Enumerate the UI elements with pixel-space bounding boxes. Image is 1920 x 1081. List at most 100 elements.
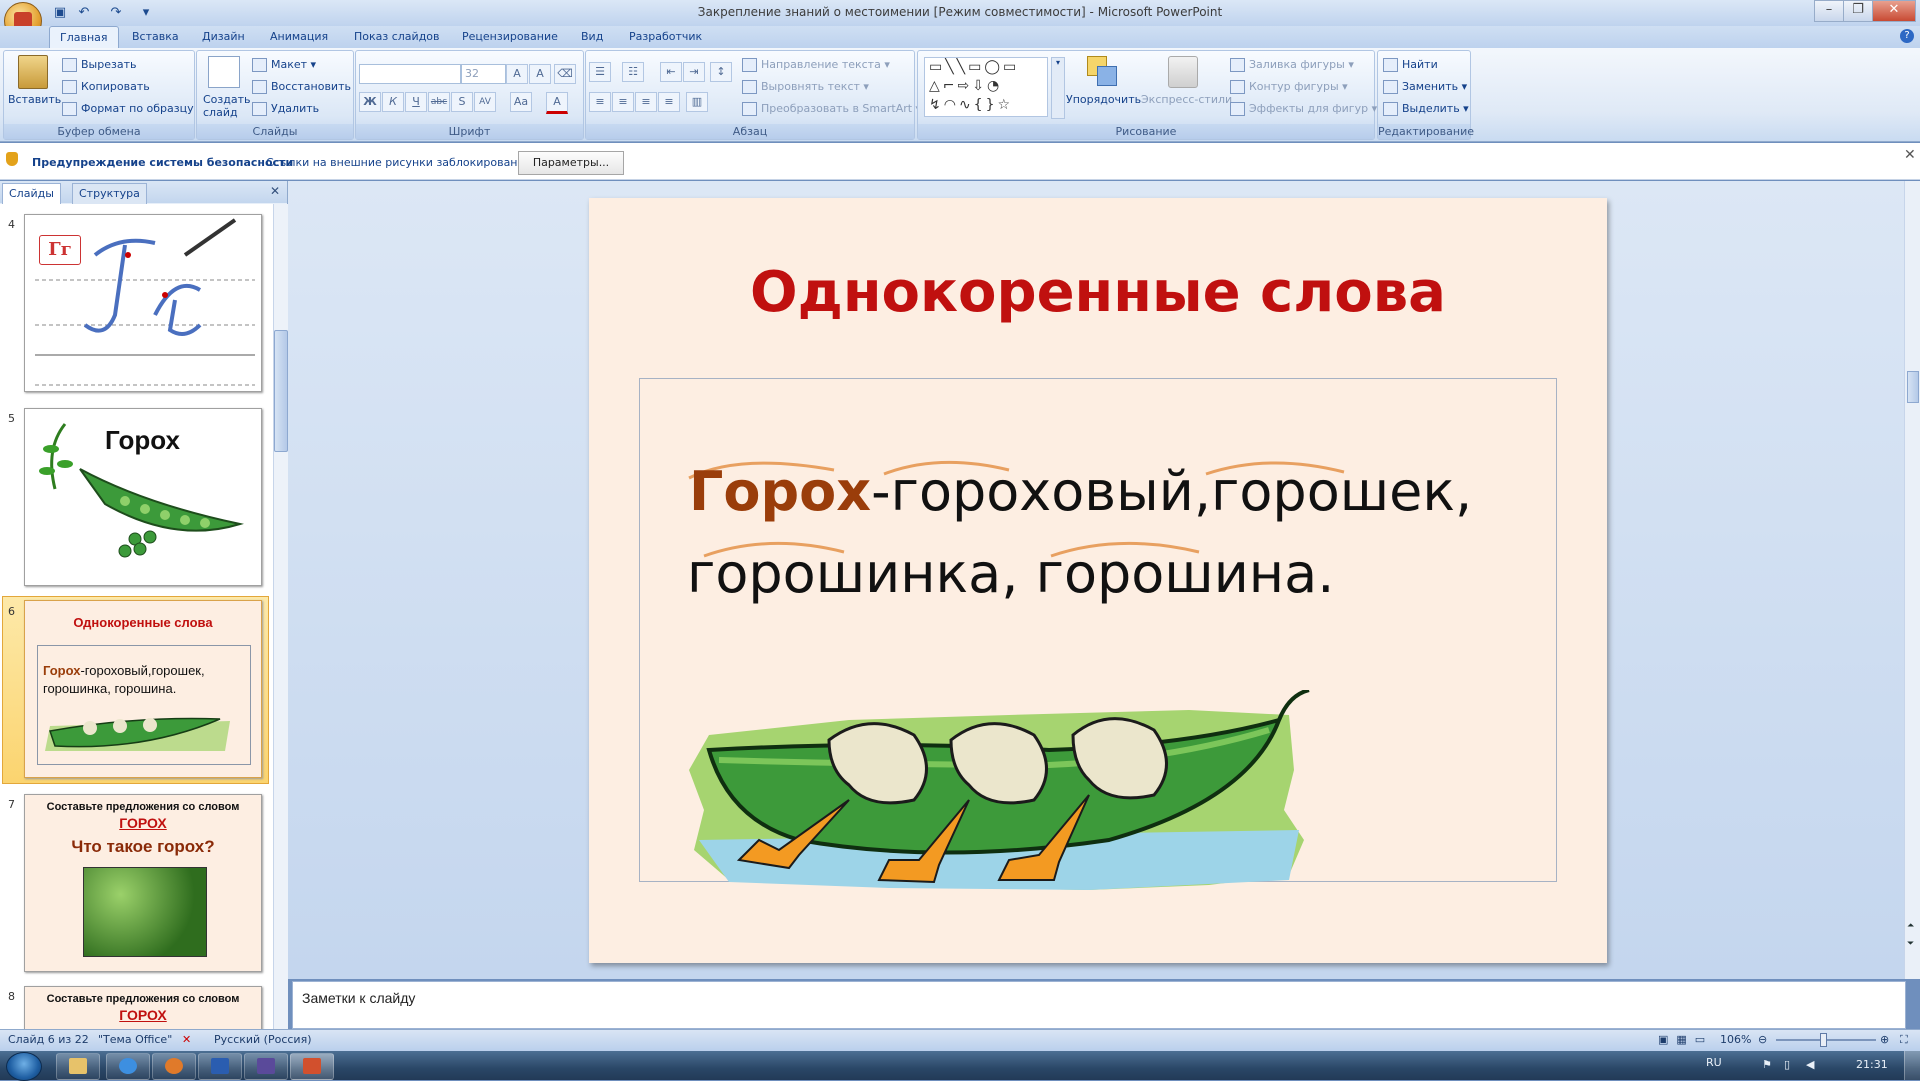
next-slide-icon[interactable]: ⏷: [1907, 939, 1914, 949]
notes-pane[interactable]: [292, 981, 1906, 1029]
help-icon[interactable]: ?: [1900, 29, 1914, 43]
tab-view[interactable]: Вид: [579, 26, 605, 48]
arrange-icon[interactable]: [1087, 56, 1117, 86]
slide-line-1[interactable]: Горох-гороховый,горошек,: [689, 460, 1472, 523]
tab-slideshow[interactable]: Показ слайдов: [352, 26, 442, 48]
font-name-select[interactable]: [359, 64, 461, 84]
tab-developer[interactable]: Разработчик: [627, 26, 704, 48]
numbering-icon[interactable]: ☷: [622, 62, 644, 82]
copy-button[interactable]: Копировать: [62, 80, 150, 94]
delete-slide-button[interactable]: Удалить: [252, 102, 319, 116]
tray-flag-icon[interactable]: ⚑: [1762, 1058, 1772, 1071]
slide-area-scroll-thumb[interactable]: [1907, 371, 1919, 403]
tray-volume-icon[interactable]: ◀: [1806, 1058, 1814, 1071]
slide-thumbnail-4[interactable]: Гг: [24, 214, 262, 392]
align-left-icon[interactable]: ≡: [589, 92, 611, 112]
cut-button[interactable]: Вырезать: [62, 58, 136, 72]
pea-pod-cartoon[interactable]: [689, 690, 1329, 890]
word-taskbar-icon[interactable]: [198, 1053, 242, 1080]
fit-to-window-icon[interactable]: ⛶: [1900, 1033, 1908, 1047]
shadow-button[interactable]: S: [451, 92, 473, 112]
quick-styles-button[interactable]: Экспресс-стили: [1141, 93, 1232, 106]
show-desktop-button[interactable]: [1904, 1051, 1920, 1080]
font-size-select[interactable]: 32: [461, 64, 506, 84]
slide-thumbnail-6[interactable]: Однокоренные слова Горох-гороховый,горош…: [24, 600, 262, 778]
shapes-gallery-more[interactable]: ▾: [1051, 57, 1065, 119]
slides-pane-scrollbar[interactable]: [273, 204, 288, 1029]
zoom-out-icon[interactable]: ⊖: [1758, 1033, 1767, 1046]
prev-slide-icon[interactable]: ⏶: [1907, 921, 1914, 931]
start-button[interactable]: [6, 1052, 42, 1081]
notes-placeholder[interactable]: Заметки к слайду: [302, 990, 415, 1006]
tab-insert[interactable]: Вставка: [130, 26, 181, 48]
input-language[interactable]: RU: [1706, 1056, 1722, 1069]
format-painter-button[interactable]: Формат по образцу: [62, 102, 194, 116]
paste-icon[interactable]: [18, 55, 48, 89]
tab-animation[interactable]: Анимация: [268, 26, 330, 48]
select-button[interactable]: Выделить ▾: [1383, 102, 1469, 116]
tab-outline[interactable]: Структура: [72, 183, 147, 204]
close-pane-icon[interactable]: ✕: [270, 184, 280, 198]
new-slide-icon[interactable]: [208, 56, 240, 88]
clock[interactable]: 21:31: [1856, 1058, 1888, 1071]
close-warning-icon[interactable]: ✕: [1904, 147, 1916, 163]
tab-slides[interactable]: Слайды: [2, 183, 61, 204]
explorer-taskbar-icon[interactable]: [56, 1053, 100, 1080]
slide-thumbnail-7[interactable]: Составьте предложения со словом ГОРОХ Чт…: [24, 794, 262, 972]
reset-button[interactable]: Восстановить: [252, 80, 351, 94]
align-center-icon[interactable]: ≡: [612, 92, 634, 112]
shape-fill-button[interactable]: Заливка фигуры ▾: [1230, 58, 1354, 72]
zoom-in-icon[interactable]: ⊕: [1880, 1033, 1889, 1046]
bullets-icon[interactable]: ☰: [589, 62, 611, 82]
convert-smartart-button[interactable]: Преобразовать в SmartArt ▾: [742, 102, 921, 116]
shape-outline-button[interactable]: Контур фигуры ▾: [1230, 80, 1348, 94]
shapes-gallery[interactable]: ▭╲╲▭◯▭ △⌐⇨⇩◔ ↯◠∿{}☆: [924, 57, 1048, 117]
find-button[interactable]: Найти: [1383, 58, 1438, 72]
align-right-icon[interactable]: ≡: [635, 92, 657, 112]
replace-button[interactable]: Заменить ▾: [1383, 80, 1467, 94]
firefox-taskbar-icon[interactable]: [152, 1053, 196, 1080]
bold-button[interactable]: Ж: [359, 92, 381, 112]
char-spacing-button[interactable]: AV: [474, 92, 496, 112]
columns-icon[interactable]: ▥: [686, 92, 708, 112]
clear-format-icon[interactable]: ⌫: [554, 64, 576, 84]
align-text-button[interactable]: Выровнять текст ▾: [742, 80, 869, 94]
paste-button[interactable]: Вставить: [8, 93, 61, 106]
layout-button[interactable]: Макет ▾: [252, 58, 316, 72]
restore-button[interactable]: ❐: [1843, 0, 1873, 22]
underline-button[interactable]: Ч: [405, 92, 427, 112]
security-options-button[interactable]: Параметры...: [518, 151, 624, 175]
view-buttons[interactable]: ▣▦▭: [1658, 1033, 1713, 1046]
italic-button[interactable]: К: [382, 92, 404, 112]
zoom-slider-thumb[interactable]: [1820, 1033, 1827, 1047]
font-color-button[interactable]: A: [546, 92, 568, 114]
tab-design[interactable]: Дизайн: [200, 26, 247, 48]
close-button[interactable]: ✕: [1872, 0, 1916, 22]
slide-line-2[interactable]: горошинка, горошина.: [687, 542, 1334, 605]
slide-thumbnail-5[interactable]: Горох: [24, 408, 262, 586]
ie-taskbar-icon[interactable]: [106, 1053, 150, 1080]
powerpoint-taskbar-icon[interactable]: [290, 1053, 334, 1080]
current-slide[interactable]: Однокоренные слова Горох-гороховый,горош…: [589, 198, 1607, 963]
zoom-level[interactable]: 106%: [1720, 1033, 1751, 1046]
justify-icon[interactable]: ≡: [658, 92, 680, 112]
shrink-font-icon[interactable]: A: [529, 64, 551, 84]
tab-review[interactable]: Рецензирование: [460, 26, 560, 48]
decrease-indent-icon[interactable]: ⇤: [660, 62, 682, 82]
change-case-button[interactable]: Aa: [510, 92, 532, 112]
grow-font-icon[interactable]: A: [506, 64, 528, 84]
text-direction-button[interactable]: Направление текста ▾: [742, 58, 890, 72]
tray-network-icon[interactable]: ▯: [1784, 1058, 1790, 1071]
tab-home[interactable]: Главная: [49, 26, 119, 49]
shape-effects-button[interactable]: Эффекты для фигур ▾: [1230, 102, 1377, 116]
slides-pane-scroll-thumb[interactable]: [274, 330, 288, 452]
arrange-button[interactable]: Упорядочить: [1066, 93, 1141, 106]
slide-area-scrollbar[interactable]: ⏶ ⏷: [1904, 181, 1920, 979]
increase-indent-icon[interactable]: ⇥: [683, 62, 705, 82]
line-spacing-icon[interactable]: ↕: [710, 62, 732, 82]
quick-styles-icon[interactable]: [1168, 56, 1198, 88]
language-indicator[interactable]: Русский (Россия): [214, 1033, 312, 1046]
strikethrough-button[interactable]: abc: [428, 92, 450, 112]
save-taskbar-icon[interactable]: [244, 1053, 288, 1080]
minimize-button[interactable]: –: [1814, 0, 1844, 22]
